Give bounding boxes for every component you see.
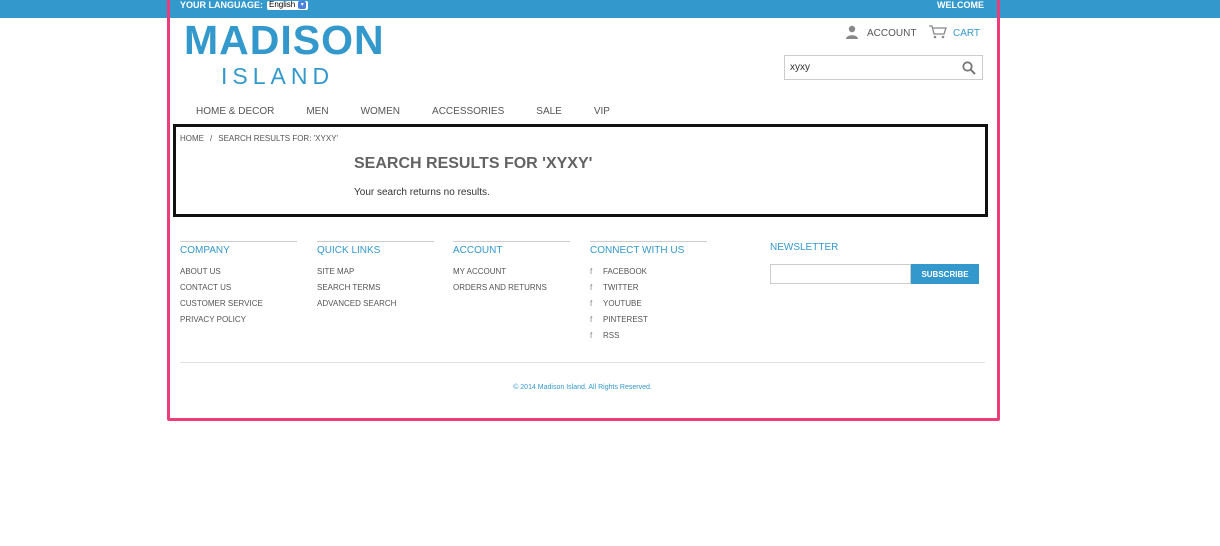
highlight-frame (167, 0, 1000, 421)
